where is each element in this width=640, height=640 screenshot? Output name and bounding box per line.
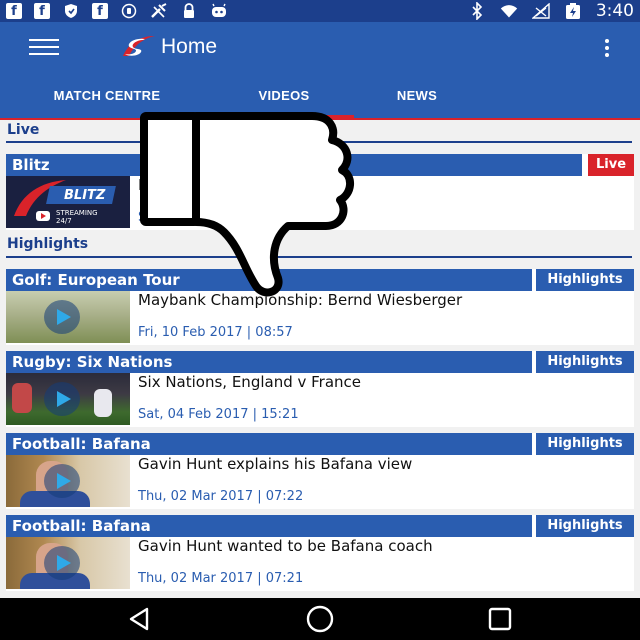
tab-label: MATCH CENTRE xyxy=(53,87,161,103)
facebook-icon: f xyxy=(92,3,108,19)
play-icon xyxy=(44,300,80,334)
highlights-badge: Highlights xyxy=(536,269,634,291)
tab-bar: MATCH CENTRE VIDEOS NEWS xyxy=(0,72,640,118)
section-divider xyxy=(6,256,632,258)
notification-icons: f f f xyxy=(6,3,228,19)
facebook-icon: f xyxy=(34,3,50,19)
system-icons: 3:40 xyxy=(468,1,634,21)
video-title: Gavin Hunt wanted to be Bafana coach xyxy=(138,537,433,555)
status-bar: f f f 3:40 xyxy=(0,0,640,22)
play-icon xyxy=(44,382,80,416)
overflow-menu-icon[interactable] xyxy=(605,39,609,57)
lock-icon xyxy=(180,3,198,19)
card-category: Blitz xyxy=(6,154,582,176)
tab-bar-divider xyxy=(0,118,640,120)
video-title: Six Nations, England v France xyxy=(138,373,362,391)
android-icon xyxy=(210,3,228,19)
wifi-icon xyxy=(500,3,518,19)
back-icon[interactable] xyxy=(110,598,170,640)
video-card[interactable]: Rugby: Six Nations Highlights Six Nation… xyxy=(6,351,634,427)
tab-label: VIDEOS xyxy=(258,87,310,103)
video-date: Thu, 02 Mar 2017 | 07:21 xyxy=(138,571,304,586)
section-title-highlights: Highlights xyxy=(7,236,89,252)
video-title: Blitz xyxy=(138,176,171,194)
tab-videos[interactable]: VIDEOS xyxy=(214,72,354,118)
highlights-badge: Highlights xyxy=(536,351,634,373)
play-icon xyxy=(44,464,80,498)
home-icon[interactable] xyxy=(290,598,350,640)
tab-match-centre[interactable]: MATCH CENTRE xyxy=(0,72,214,118)
system-nav-bar xyxy=(0,598,640,640)
video-thumbnail xyxy=(6,291,130,343)
video-date: Fri, 10 Feb 2017 | 08:57 xyxy=(138,325,293,340)
video-date: Thu, 02 Mar 2017 | 07:22 xyxy=(138,489,304,504)
thumbnail-brand-text: BLITZ xyxy=(64,188,106,203)
menu-icon[interactable] xyxy=(29,39,59,55)
video-title: Gavin Hunt explains his Bafana view xyxy=(138,455,413,473)
clock: 3:40 xyxy=(595,1,634,21)
facebook-icon: f xyxy=(6,3,22,19)
shield-icon xyxy=(62,3,80,19)
play-icon xyxy=(44,546,80,580)
thumbnail-caption: STREAMING 24/7 xyxy=(56,209,98,225)
video-thumbnail: BLITZ STREAMING 24/7 xyxy=(6,176,130,228)
video-thumbnail xyxy=(6,455,130,507)
tools-icon xyxy=(150,3,168,19)
section-divider xyxy=(6,141,632,143)
tab-label: NEWS xyxy=(396,87,438,103)
signal-icon xyxy=(531,3,550,19)
recents-icon[interactable] xyxy=(470,598,530,640)
card-category: Golf: European Tour xyxy=(6,269,532,291)
video-date: Sat, 04 Feb 2017 | 15:21 xyxy=(138,407,299,422)
live-card[interactable]: Blitz Live BLITZ STREAMING 24/7 Blitz Su… xyxy=(6,154,634,230)
live-badge: Live xyxy=(588,154,634,176)
battery-charging-icon xyxy=(564,3,582,19)
video-card[interactable]: Golf: European Tour Highlights Maybank C… xyxy=(6,269,634,345)
section-title-live: Live xyxy=(7,122,40,138)
highlights-badge: Highlights xyxy=(536,433,634,455)
play-icon xyxy=(36,211,50,221)
video-card[interactable]: Football: Bafana Highlights Gavin Hunt w… xyxy=(6,515,634,591)
supersport-logo xyxy=(115,32,157,62)
video-thumbnail xyxy=(6,537,130,589)
card-category: Football: Bafana xyxy=(6,515,532,537)
card-category: Football: Bafana xyxy=(6,433,532,455)
page-title: Home xyxy=(161,35,218,58)
app-bar: Home xyxy=(0,22,640,72)
video-title: Maybank Championship: Bernd Wiesberger xyxy=(138,291,463,309)
video-thumbnail xyxy=(6,373,130,425)
card-category: Rugby: Six Nations xyxy=(6,351,532,373)
headset-icon xyxy=(120,3,138,19)
video-card[interactable]: Football: Bafana Highlights Gavin Hunt e… xyxy=(6,433,634,509)
highlights-badge: Highlights xyxy=(536,515,634,537)
video-date: Sun, 12 Mar 2017 | 10:00 xyxy=(138,210,304,225)
bluetooth-icon xyxy=(468,2,486,20)
tab-news[interactable]: NEWS xyxy=(354,72,480,118)
